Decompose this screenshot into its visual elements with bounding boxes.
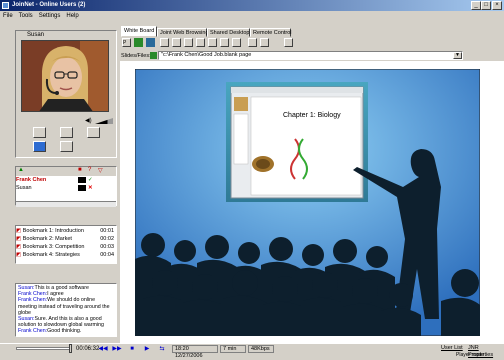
pointer-icon[interactable]	[184, 38, 193, 47]
menu-bar: File Tools Settings Help	[0, 11, 504, 21]
screen-share-button[interactable]	[33, 141, 46, 152]
bookmark-label: Bookmark 1: Introduction	[22, 228, 84, 234]
ppt-icon[interactable]: P	[122, 38, 131, 47]
speaker-icon[interactable]: ◀)	[85, 117, 92, 124]
pen-icon[interactable]	[196, 38, 205, 47]
user-row[interactable]: Frank Chen ✓	[16, 176, 116, 184]
duration-field: 7 min	[220, 345, 246, 353]
menu-file[interactable]: File	[3, 13, 13, 19]
chat-message: Frank Chen:Good thinking.	[18, 328, 82, 335]
minimize-button[interactable]: _	[471, 1, 481, 10]
bookmark-label: Bookmark 2: Market	[22, 236, 72, 242]
camera-settings-button[interactable]	[60, 127, 73, 138]
user-sort-icon[interactable]: ▲	[18, 167, 24, 173]
slides-label: Slides/Files:	[121, 53, 151, 59]
erase-icon[interactable]	[220, 38, 229, 47]
chat-message: Frank Chen:We should do online meeting i…	[18, 297, 110, 316]
bookmark-icon: ◩	[16, 228, 22, 234]
slide-title: Chapter 1: Biology	[283, 112, 341, 119]
fast-forward-button[interactable]: ▶▶	[112, 345, 122, 353]
user-list-link[interactable]: User List	[441, 345, 463, 352]
bookmark-item[interactable]: ◩ Bookmark 1: Introduction 00:01	[16, 227, 116, 235]
playback-handle[interactable]	[69, 344, 72, 353]
bitrate-field: 48Kbps	[248, 345, 274, 353]
cut-icon[interactable]	[232, 38, 241, 47]
app-icon	[2, 2, 9, 9]
camera-off-button[interactable]	[87, 127, 100, 138]
user-x-icon: ✕	[88, 185, 93, 191]
user-name: Frank Chen	[16, 177, 47, 183]
zoom-icon[interactable]	[248, 38, 257, 47]
bookmark-time: 00:02	[100, 236, 114, 242]
play-button[interactable]: ▶	[142, 345, 152, 353]
save-icon[interactable]	[160, 38, 169, 47]
user-status-icon[interactable]: ?	[88, 167, 91, 173]
record-button[interactable]	[60, 141, 73, 152]
bookmark-icon: ◩	[16, 244, 22, 250]
tab-joint-web-browsing[interactable]: Joint Web Browsing	[157, 28, 209, 37]
maximize-button[interactable]: □	[481, 1, 491, 10]
title-bar: JoinNet - Online Users (2)	[0, 0, 504, 11]
user-color-icon[interactable]: ■	[78, 167, 82, 173]
bookmark-icon: ◩	[16, 252, 22, 258]
user-list-header: ▲ ■ ? ▽	[16, 167, 116, 176]
tab-white-board[interactable]: White Board	[121, 26, 157, 37]
undo-icon[interactable]	[260, 38, 269, 47]
camera-on-button[interactable]	[33, 127, 46, 138]
fit-icon[interactable]	[284, 38, 293, 47]
bookmark-item[interactable]: ◩ Bookmark 2: Market 00:02	[16, 235, 116, 243]
menu-settings[interactable]: Settings	[39, 13, 61, 19]
bookmark-time: 00:04	[100, 252, 114, 258]
menu-help[interactable]: Help	[66, 13, 78, 19]
slides-file-value: "c:\Frank Chen\Good Job.blank page	[161, 52, 252, 58]
window-title: JoinNet - Online Users (2)	[12, 2, 86, 8]
bookmark-label: Bookmark 3: Competition	[22, 244, 85, 250]
user-list-scrollbar[interactable]	[16, 201, 116, 207]
video-user-name: Susan	[27, 32, 45, 38]
user-name: Susan	[16, 185, 32, 191]
bookmark-list: ◩ Bookmark 1: Introduction 00:01 ◩ Bookma…	[15, 225, 117, 264]
dropdown-arrow-icon[interactable]: ▼	[453, 52, 462, 59]
bookmark-icon: ◩	[16, 236, 22, 242]
text-icon[interactable]	[208, 38, 217, 47]
prev-slide-icon[interactable]	[134, 38, 143, 47]
bookmark-item[interactable]: ◩ Bookmark 3: Competition 00:03	[16, 243, 116, 251]
menu-tools[interactable]: Tools	[19, 13, 33, 19]
user-color-swatch	[78, 185, 86, 191]
playback-slider[interactable]	[16, 347, 70, 350]
tab-remote-control[interactable]: Remote Control	[250, 28, 292, 37]
slide-canvas[interactable]	[135, 69, 480, 336]
chat-message: Susan:Sure. And this is also a good solu…	[18, 316, 104, 329]
chat-log: Susan:This is a good software Frank Chen…	[15, 283, 117, 337]
bookmark-label: Bookmark 4: Strategies	[22, 252, 80, 258]
user-help-icon[interactable]: ▽	[98, 167, 103, 174]
folder-icon[interactable]	[150, 52, 157, 59]
slides-file-select[interactable]: "c:\Frank Chen\Good Job.blank page	[158, 51, 463, 60]
bookmark-item[interactable]: ◩ Bookmark 4: Strategies 00:04	[16, 251, 116, 259]
print-icon[interactable]	[172, 38, 181, 47]
player-mode-label: Player mode	[456, 352, 485, 358]
webcam-image	[22, 41, 108, 111]
tab-shared-desktop[interactable]: Shared Desktop	[207, 28, 250, 37]
datetime-field: 18:20 12/27/2006	[172, 345, 218, 359]
video-feed	[21, 40, 109, 112]
next-slide-icon[interactable]	[146, 38, 155, 47]
user-check-icon: ✓	[88, 177, 93, 183]
user-color-swatch	[78, 177, 86, 183]
user-list: ▲ ■ ? ▽ Frank Chen ✓ Susan ✕	[15, 166, 117, 206]
rewind-button[interactable]: ◀◀	[98, 345, 108, 353]
sync-button[interactable]: ⇆	[157, 345, 167, 353]
close-button[interactable]: ×	[492, 1, 502, 10]
bookmark-time: 00:01	[100, 228, 114, 234]
stop-button[interactable]: ■	[127, 345, 137, 353]
user-row[interactable]: Susan ✕	[16, 184, 116, 192]
elapsed-time: 00:06:32	[76, 346, 100, 352]
bookmark-time: 00:03	[100, 244, 114, 250]
